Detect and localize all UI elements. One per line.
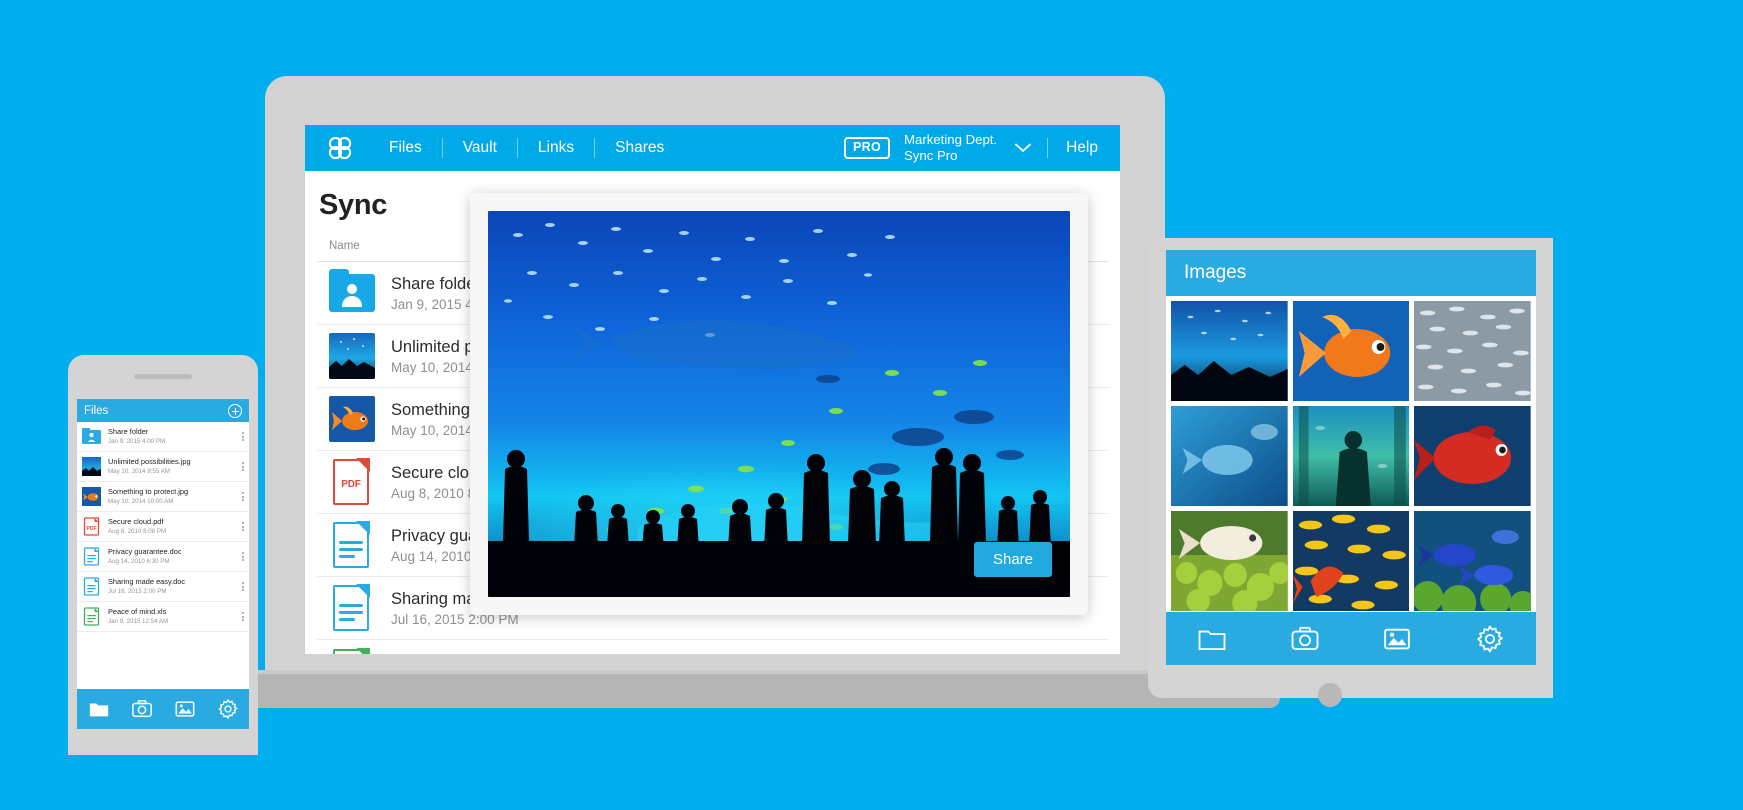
image-thumb-aquarium	[82, 457, 101, 476]
tablet-screen: Images	[1166, 250, 1536, 665]
pro-badge: PRO	[844, 137, 891, 159]
account-name: Marketing Dept.	[904, 131, 998, 147]
file-date: Jan 9, 2015 12:54 AM	[108, 617, 169, 625]
image-preview-lightbox: Share	[470, 193, 1088, 615]
account-switcher[interactable]: Marketing Dept. Sync Pro	[904, 132, 997, 165]
tablet-device: Images	[1148, 238, 1553, 707]
folder-icon[interactable]	[88, 698, 110, 720]
list-item[interactable]: Sharing made easy.doc Jul 16, 2015 2:00 …	[77, 572, 249, 602]
phone-speaker	[134, 374, 192, 379]
photos-icon[interactable]	[1382, 624, 1412, 654]
overflow-menu-icon[interactable]	[242, 551, 244, 562]
file-date: Aug 14, 2010 6:30 PM	[108, 557, 170, 565]
image-thumb-goldfish	[82, 487, 101, 506]
list-item[interactable]: Share folder Jan 9, 2015 4:00 PM	[77, 422, 249, 452]
camera-icon[interactable]	[131, 698, 153, 720]
nav-links: Files Vault Links Shares	[369, 125, 684, 171]
image-gallery-grid	[1166, 296, 1536, 616]
file-name: Something to protect.jpg	[108, 487, 189, 497]
list-item[interactable]: Something to protect.jpg May 10, 2014 10…	[77, 482, 249, 512]
image-thumb-goldfish	[329, 396, 375, 442]
nav-link-shares[interactable]: Shares	[595, 125, 684, 171]
tablet-bottom-toolbar	[1166, 612, 1536, 665]
pdf-file-icon: PDF	[329, 458, 375, 505]
laptop-base	[150, 674, 1280, 708]
pdf-file-icon: PDF	[82, 517, 101, 536]
list-item[interactable]: PDF Secure cloud.pdf Aug 8, 2010 8:08 PM	[77, 512, 249, 542]
svg-text:PDF: PDF	[87, 526, 97, 532]
file-date: Jul 16, 2015 2:00 PM	[108, 587, 167, 595]
overflow-menu-icon[interactable]	[242, 521, 244, 532]
aquarium-silhouette-thumb[interactable]	[1171, 301, 1288, 401]
nav-link-files[interactable]: Files	[369, 125, 442, 171]
goldfish-thumb[interactable]	[1292, 301, 1410, 401]
file-name: Peace of mind.xls	[108, 607, 167, 617]
sync-logo-icon[interactable]	[321, 129, 359, 167]
tablet-home-button[interactable]	[1318, 683, 1342, 707]
blue-coral-fish-thumb[interactable]	[1414, 511, 1531, 611]
help-link[interactable]: Help	[1048, 125, 1116, 171]
overflow-menu-icon[interactable]	[242, 581, 244, 592]
doc-file-icon	[329, 521, 375, 568]
folder-icon[interactable]	[1197, 624, 1227, 654]
phone-chin	[68, 729, 258, 755]
list-item[interactable]: Privacy guarantee.doc Aug 14, 2010 6:30 …	[77, 542, 249, 572]
overflow-menu-icon[interactable]	[242, 611, 244, 622]
doc-file-icon	[82, 547, 101, 566]
phone-header: Files	[77, 399, 249, 422]
phone-screen: Files Share folder Jan 9, 2015 4:00 PM U…	[77, 399, 249, 689]
shared-folder-icon	[329, 269, 375, 316]
phone-header-title: Files	[84, 404, 109, 417]
camera-icon[interactable]	[1290, 624, 1320, 654]
aquarium-tunnel-photo: Share	[488, 211, 1070, 597]
file-date: Jan 9, 2015 4:00 PM	[108, 437, 166, 445]
doc-file-icon	[82, 577, 101, 596]
nav-link-links[interactable]: Links	[518, 125, 594, 171]
list-item[interactable]: Unlimited possibilities.jpg May 10, 2014…	[77, 452, 249, 482]
list-item[interactable]: Peace of mind.xls Jan 9, 2015 12:54 AM	[77, 602, 249, 632]
file-name: Peace of mind.xls	[391, 653, 522, 654]
table-row[interactable]: Peace of mind.xls Jan 9, 2015 12:54 AM	[317, 640, 1108, 654]
sardine-school-thumb[interactable]	[1414, 301, 1531, 401]
file-name: Unlimited possibilities.jpg	[108, 457, 191, 467]
phone-bottom-toolbar	[77, 689, 249, 729]
gear-icon[interactable]	[1475, 624, 1505, 654]
overflow-menu-icon[interactable]	[242, 461, 244, 472]
doc-file-icon	[329, 584, 375, 631]
girl-at-tank-thumb[interactable]	[1292, 406, 1410, 506]
file-name: Secure cloud.pdf	[108, 517, 164, 527]
xls-file-icon	[329, 647, 375, 654]
photos-icon[interactable]	[174, 698, 196, 720]
add-plus-icon[interactable]	[228, 403, 242, 418]
share-button[interactable]: Share	[973, 542, 1052, 577]
tablet-header: Images	[1166, 250, 1536, 296]
overflow-menu-icon[interactable]	[242, 431, 244, 442]
overflow-menu-icon[interactable]	[242, 491, 244, 502]
shared-folder-icon	[82, 427, 101, 446]
xls-file-icon	[82, 607, 101, 626]
white-fish-thumb[interactable]	[1171, 511, 1288, 611]
image-thumb-aquarium	[329, 333, 375, 379]
phone-device: Files Share folder Jan 9, 2015 4:00 PM U…	[68, 355, 258, 755]
file-date: Aug 8, 2010 8:08 PM	[108, 527, 167, 535]
red-grouper-thumb[interactable]	[1414, 406, 1531, 506]
blue-fish-thumb[interactable]	[1171, 406, 1288, 506]
file-name: Privacy guarantee.doc	[108, 547, 182, 557]
file-date: May 10, 2014 9:55 AM	[108, 467, 170, 475]
file-name: Share folder	[108, 427, 149, 437]
file-date: May 10, 2014 10:00 AM	[108, 497, 174, 505]
top-navigation-bar: Files Vault Links Shares PRO Marketing D…	[305, 125, 1120, 171]
chevron-down-icon[interactable]	[1015, 143, 1032, 153]
gear-icon[interactable]	[217, 698, 239, 720]
nav-link-vault[interactable]: Vault	[443, 125, 517, 171]
yellow-school-thumb[interactable]	[1292, 511, 1410, 611]
nav-right-cluster: PRO Marketing Dept. Sync Pro Help	[844, 125, 1120, 171]
file-name: Sharing made easy.doc	[108, 577, 186, 587]
tablet-header-title: Images	[1184, 262, 1247, 283]
account-plan: Sync Pro	[904, 148, 958, 163]
